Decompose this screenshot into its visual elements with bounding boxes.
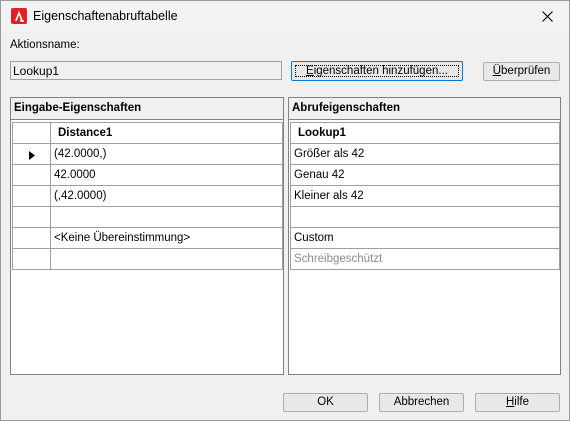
table-row[interactable]: 42.0000 xyxy=(12,164,283,186)
lookup-cell[interactable]: Kleiner als 42 xyxy=(290,185,560,207)
lookup-cell[interactable]: Schreibgeschützt xyxy=(290,248,560,270)
lookup-properties-panel: Abrufeigenschaften Lookup1 Größer als 42… xyxy=(288,97,561,375)
table-row[interactable]: Größer als 42 xyxy=(290,143,560,165)
table-row[interactable]: (,42.0000) xyxy=(12,185,283,207)
column-header-distance1[interactable]: Distance1 xyxy=(50,122,283,144)
window-title: Eigenschaftenabruftabelle xyxy=(33,9,178,23)
input-properties-panel: Eingabe-Eigenschaften Distance1 (42.0000… xyxy=(10,97,284,375)
cancel-button[interactable]: Abbrechen xyxy=(379,393,464,412)
action-name-label: Aktionsname: xyxy=(10,39,80,51)
lookup-properties-table: Lookup1 Größer als 42 Genau 42 Kleiner a… xyxy=(290,122,560,270)
table-row[interactable]: Custom xyxy=(290,227,560,249)
dialog-window: Eigenschaftenabruftabelle Aktionsname: L… xyxy=(0,0,570,421)
input-properties-header: Eingabe-Eigenschaften xyxy=(11,98,283,120)
table-row[interactable]: (42.0000,) xyxy=(12,143,283,165)
help-label-rest: ilfe xyxy=(514,396,529,408)
add-properties-button[interactable]: Eigenschaften hinzufügen... xyxy=(291,61,463,81)
lookup-cell[interactable]: Größer als 42 xyxy=(290,143,560,165)
input-cell[interactable]: <Keine Übereinstimmung> xyxy=(50,227,283,249)
row-header-cell[interactable] xyxy=(12,248,51,270)
add-properties-label: Eigenschaften hinzufügen... xyxy=(292,62,462,80)
row-header-cell xyxy=(12,122,51,144)
close-icon xyxy=(541,11,553,22)
row-pointer-icon xyxy=(28,151,35,160)
close-button[interactable] xyxy=(525,1,569,32)
action-name-field[interactable]: Lookup1 xyxy=(10,61,282,80)
table-row[interactable]: <Keine Übereinstimmung> xyxy=(12,227,283,249)
help-button[interactable]: Hilfe xyxy=(475,393,560,412)
row-header-cell[interactable] xyxy=(12,164,51,186)
autocad-logo-icon xyxy=(11,8,27,24)
ok-button[interactable]: OK xyxy=(283,393,368,412)
column-header-lookup1[interactable]: Lookup1 xyxy=(290,122,560,144)
input-properties-table: Distance1 (42.0000,) 42.0000 (,42.0000) xyxy=(12,122,283,270)
input-cell[interactable]: (42.0000,) xyxy=(50,143,283,165)
table-row[interactable] xyxy=(12,206,283,228)
lookup-properties-header: Abrufeigenschaften xyxy=(289,98,560,120)
input-cell[interactable]: 42.0000 xyxy=(50,164,283,186)
table-header-row: Lookup1 xyxy=(290,122,560,144)
table-header-row: Distance1 xyxy=(12,122,283,144)
table-row[interactable]: Genau 42 xyxy=(290,164,560,186)
lookup-cell[interactable]: Custom xyxy=(290,227,560,249)
lookup-cell[interactable] xyxy=(290,206,560,228)
row-header-cell[interactable] xyxy=(12,206,51,228)
check-label-rest: berprüfen xyxy=(501,65,551,77)
table-row[interactable]: Kleiner als 42 xyxy=(290,185,560,207)
add-properties-label-rest: igenschaften hinzufügen... xyxy=(313,65,448,77)
input-cell[interactable] xyxy=(50,206,283,228)
row-header-cell[interactable] xyxy=(12,227,51,249)
input-cell[interactable]: (,42.0000) xyxy=(50,185,283,207)
lookup-cell[interactable]: Genau 42 xyxy=(290,164,560,186)
table-row[interactable]: Schreibgeschützt xyxy=(290,248,560,270)
check-button[interactable]: Überprüfen xyxy=(483,62,560,81)
title-bar: Eigenschaftenabruftabelle xyxy=(1,1,569,32)
row-header-cell[interactable] xyxy=(12,143,51,165)
table-row[interactable] xyxy=(12,248,283,270)
input-cell[interactable] xyxy=(50,248,283,270)
table-row[interactable] xyxy=(290,206,560,228)
row-header-cell[interactable] xyxy=(12,185,51,207)
